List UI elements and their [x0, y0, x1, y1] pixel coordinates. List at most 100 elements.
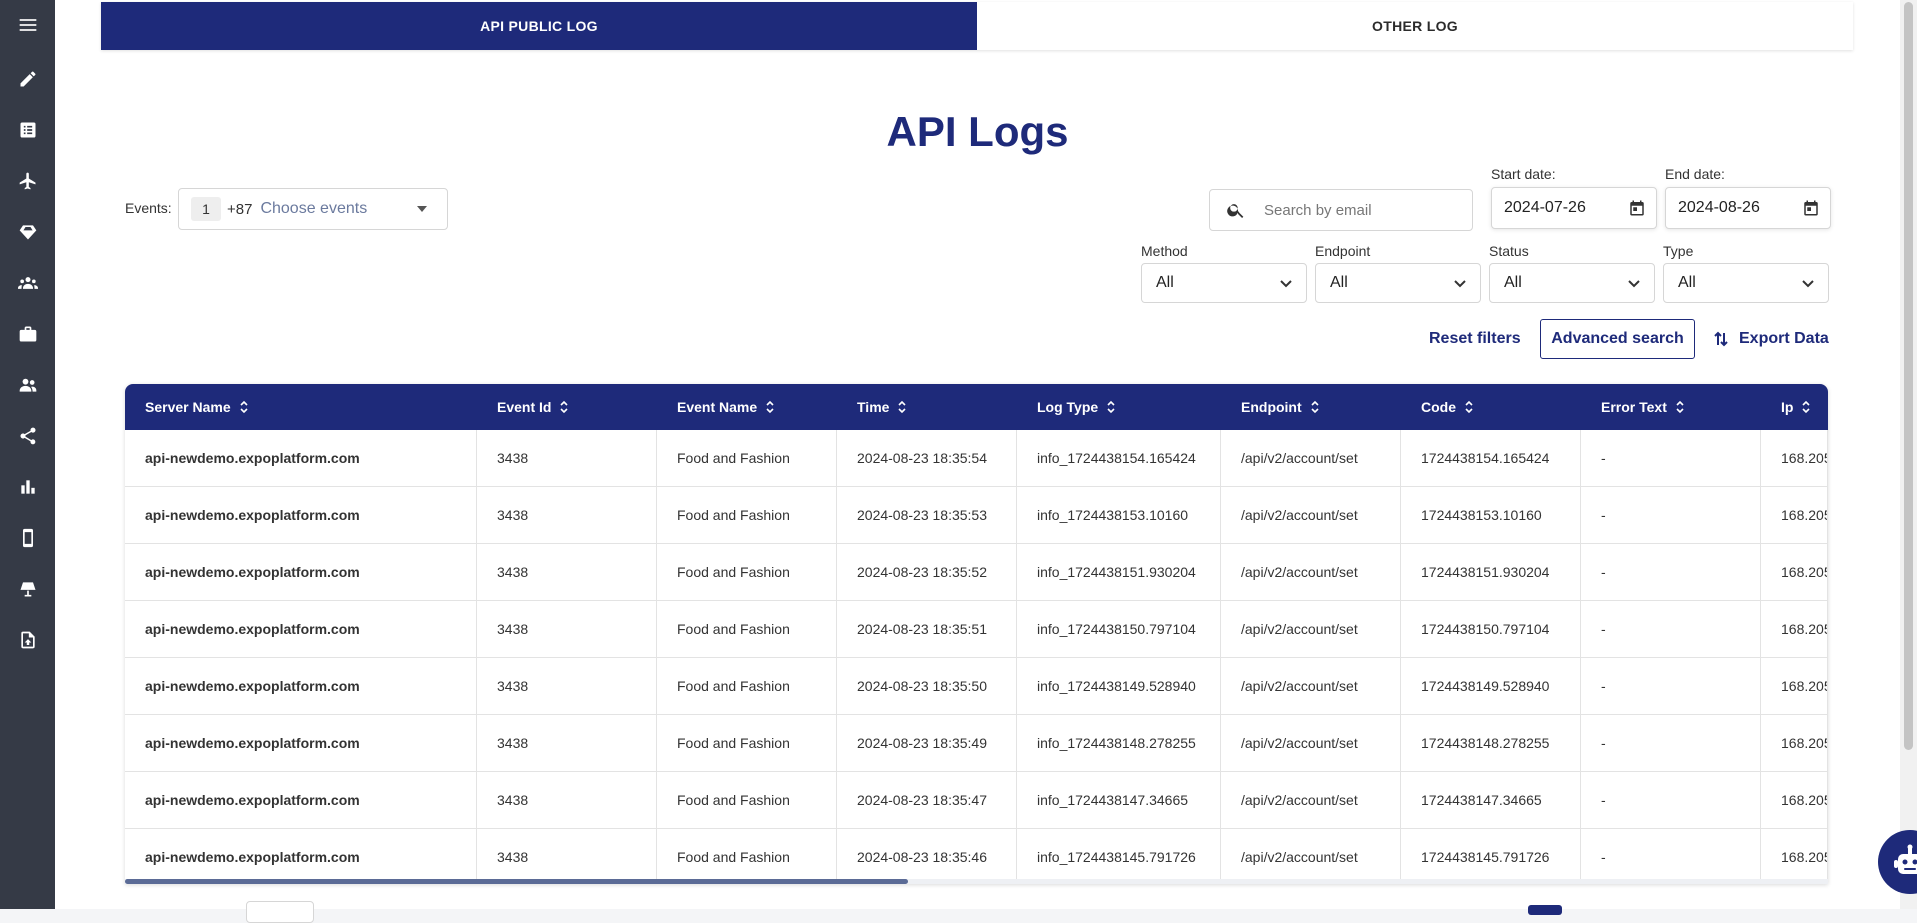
- events-label: Events:: [125, 200, 172, 216]
- calendar-icon[interactable]: [1802, 199, 1820, 217]
- cell-event-name: Food and Fashion: [657, 544, 837, 600]
- events-select[interactable]: 1 +87 Choose events: [178, 188, 448, 230]
- cell-time: 2024-08-23 18:35:50: [837, 658, 1017, 714]
- column-header-code[interactable]: Code: [1401, 384, 1581, 430]
- cell-ip: 168.205: [1761, 829, 1828, 884]
- cell-event-id: 3438: [477, 658, 657, 714]
- cell-endpoint: /api/v2/account/set: [1221, 601, 1401, 657]
- cell-log-type: info_1724438151.930204: [1017, 544, 1221, 600]
- sort-icon[interactable]: [1310, 400, 1320, 414]
- mobile-icon[interactable]: [0, 523, 55, 553]
- active-page-button[interactable]: [1528, 905, 1562, 915]
- cell-event-id: 3438: [477, 487, 657, 543]
- cell-error-text: -: [1581, 715, 1761, 771]
- chatbot-button[interactable]: [1878, 830, 1917, 894]
- column-header-label: Event Name: [677, 399, 757, 415]
- share-icon[interactable]: [0, 421, 55, 451]
- cell-log-type: info_1724438147.34665: [1017, 772, 1221, 828]
- reset-filters-link[interactable]: Reset filters: [1429, 330, 1521, 348]
- advanced-search-button[interactable]: Advanced search: [1540, 319, 1695, 359]
- pencil-icon[interactable]: [0, 64, 55, 94]
- table-scrollbar-thumb[interactable]: [125, 879, 908, 884]
- cell-ip: 168.205: [1761, 772, 1828, 828]
- cell-endpoint: /api/v2/account/set: [1221, 658, 1401, 714]
- briefcase-icon[interactable]: [0, 319, 55, 349]
- status-label: Status: [1489, 243, 1529, 259]
- chevron-down-icon: [1452, 275, 1468, 291]
- chevron-down-icon: [1278, 275, 1294, 291]
- cell-server-name: api-newdemo.expoplatform.com: [125, 544, 477, 600]
- cell-log-type: info_1724438149.528940: [1017, 658, 1221, 714]
- selected-event-chip[interactable]: 1: [191, 197, 221, 221]
- table-header: Server NameEvent Id Event Name Time Log Typ…: [125, 384, 1828, 430]
- menu-icon[interactable]: [0, 10, 55, 40]
- cell-event-id: 3438: [477, 544, 657, 600]
- list-icon[interactable]: [0, 115, 55, 145]
- dropdown-arrow-icon[interactable]: [417, 206, 427, 212]
- column-header-server-name[interactable]: Server Name: [125, 384, 477, 430]
- table-row[interactable]: api-newdemo.expoplatform.com3438Food and…: [125, 601, 1828, 658]
- email-search[interactable]: [1209, 189, 1473, 231]
- sort-icon[interactable]: [1801, 400, 1811, 414]
- sort-icon[interactable]: [239, 400, 249, 414]
- more-events-count: +87: [227, 201, 252, 218]
- sort-icon[interactable]: [559, 400, 569, 414]
- cell-error-text: -: [1581, 601, 1761, 657]
- tab-other-log[interactable]: OTHER LOG: [977, 2, 1853, 50]
- type-select[interactable]: All: [1663, 263, 1829, 303]
- cell-log-type: info_1724438148.278255: [1017, 715, 1221, 771]
- lamp-icon[interactable]: [0, 574, 55, 604]
- table-row[interactable]: api-newdemo.expoplatform.com3438Food and…: [125, 829, 1828, 884]
- people-icon[interactable]: [0, 370, 55, 400]
- column-header-ip[interactable]: Ip: [1761, 384, 1828, 430]
- sort-icon[interactable]: [1464, 400, 1474, 414]
- cell-server-name: api-newdemo.expoplatform.com: [125, 601, 477, 657]
- sort-icon[interactable]: [1675, 400, 1685, 414]
- page-scrollbar-thumb[interactable]: [1904, 2, 1913, 750]
- rows-per-page-select[interactable]: [246, 901, 314, 923]
- endpoint-select[interactable]: All: [1315, 263, 1481, 303]
- column-header-event-id[interactable]: Event Id: [477, 384, 657, 430]
- events-placeholder: Choose events: [260, 200, 417, 218]
- tab-api-public-log[interactable]: API PUBLIC LOG: [101, 2, 977, 50]
- cell-event-id: 3438: [477, 601, 657, 657]
- column-header-label: Code: [1421, 399, 1456, 415]
- start-date-field[interactable]: 2024-07-26: [1491, 187, 1657, 229]
- sort-icon[interactable]: [765, 400, 775, 414]
- column-header-endpoint[interactable]: Endpoint: [1221, 384, 1401, 430]
- calendar-icon[interactable]: [1628, 199, 1646, 217]
- cell-time: 2024-08-23 18:35:47: [837, 772, 1017, 828]
- diamond-icon[interactable]: [0, 217, 55, 247]
- table-row[interactable]: api-newdemo.expoplatform.com3438Food and…: [125, 772, 1828, 829]
- robot-icon: [1890, 842, 1917, 882]
- column-header-event-name[interactable]: Event Name: [657, 384, 837, 430]
- method-select[interactable]: All: [1141, 263, 1307, 303]
- sort-icon[interactable]: [1106, 400, 1116, 414]
- table-row[interactable]: api-newdemo.expoplatform.com3438Food and…: [125, 487, 1828, 544]
- end-date-field[interactable]: 2024-08-26: [1665, 187, 1831, 229]
- group-icon[interactable]: [0, 268, 55, 298]
- export-data-button[interactable]: Export Data: [1713, 330, 1829, 348]
- status-select[interactable]: All: [1489, 263, 1655, 303]
- table-row[interactable]: api-newdemo.expoplatform.com3438Food and…: [125, 544, 1828, 601]
- search-input[interactable]: [1262, 201, 1466, 220]
- table-row[interactable]: api-newdemo.expoplatform.com3438Food and…: [125, 715, 1828, 772]
- cell-time: 2024-08-23 18:35:49: [837, 715, 1017, 771]
- column-header-label: Log Type: [1037, 399, 1098, 415]
- bar-chart-icon[interactable]: [0, 472, 55, 502]
- plane-icon[interactable]: [0, 166, 55, 196]
- page-scrollbar[interactable]: [1900, 0, 1917, 909]
- file-upload-icon[interactable]: [0, 625, 55, 655]
- cell-event-id: 3438: [477, 430, 657, 486]
- chevron-down-icon: [1626, 275, 1642, 291]
- cell-event-id: 3438: [477, 829, 657, 884]
- table-row[interactable]: api-newdemo.expoplatform.com3438Food and…: [125, 658, 1828, 715]
- column-header-time[interactable]: Time: [837, 384, 1017, 430]
- column-header-error-text[interactable]: Error Text: [1581, 384, 1761, 430]
- table-row[interactable]: api-newdemo.expoplatform.com3438Food and…: [125, 430, 1828, 487]
- cell-time: 2024-08-23 18:35:51: [837, 601, 1017, 657]
- sort-icon[interactable]: [897, 400, 907, 414]
- table-horizontal-scrollbar[interactable]: [125, 879, 1828, 884]
- column-header-log-type[interactable]: Log Type: [1017, 384, 1221, 430]
- cell-log-type: info_1724438150.797104: [1017, 601, 1221, 657]
